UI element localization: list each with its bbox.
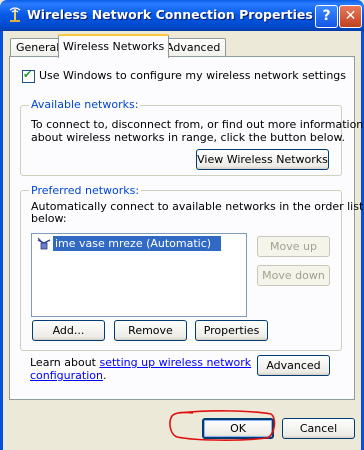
checkmark-icon: ✔ [23,68,33,81]
preferred-networks-text-1: Automatically connect to available netwo… [31,200,364,213]
available-networks-text-2: about wireless networks in range, click … [31,131,345,144]
setup-link-line1[interactable]: setting up wireless network [99,356,251,369]
panel-content: ✔ Use Windows to configure my wireless n… [0,0,364,450]
cancel-button[interactable]: Cancel [282,418,355,439]
add-button[interactable]: Add... [32,320,105,341]
use-windows-label[interactable]: Use Windows to configure my wireless net… [39,69,346,82]
move-down-button[interactable]: Move down [257,265,330,286]
learn-about-prefix: Learn about [30,356,100,369]
dialog-window: Wireless Network Connection Properties ?… [0,0,364,450]
learn-about-text: Learn about setting up wireless network [30,356,251,369]
list-item[interactable]: ime vase mreze (Automatic) [33,236,221,251]
view-wireless-networks-button[interactable]: View Wireless Networks [196,149,329,170]
preferred-networks-list[interactable]: ime vase mreze (Automatic) [31,233,247,317]
setup-link-line2[interactable]: configuration [30,369,103,382]
wireless-network-icon [37,237,51,250]
available-networks-legend: Available networks: [29,98,141,111]
annotation-circle [169,410,276,441]
remove-button[interactable]: Remove [114,320,187,341]
preferred-networks-text-2: below: [31,212,67,225]
move-up-button[interactable]: Move up [257,236,330,257]
available-networks-text-1: To connect to, disconnect from, or find … [31,118,364,131]
network-item-label: ime vase mreze (Automatic) [53,236,221,251]
learn-about-text-2: configuration. [30,369,106,382]
properties-button[interactable]: Properties [195,320,268,341]
advanced-button[interactable]: Advanced [257,355,330,376]
preferred-networks-legend: Preferred networks: [29,184,142,197]
use-windows-checkbox[interactable]: ✔ [22,68,35,83]
learn-about-suffix: . [102,369,107,382]
